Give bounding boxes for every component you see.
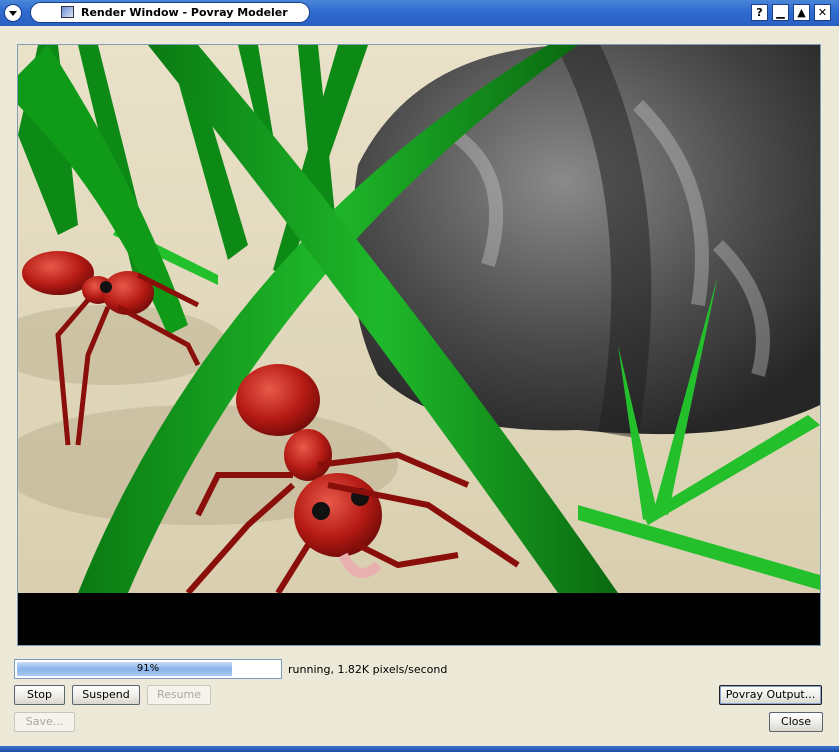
window-menu-button[interactable] bbox=[4, 4, 22, 22]
stop-button[interactable]: Stop bbox=[14, 685, 65, 705]
title-pill: Render Window - Povray Modeler bbox=[30, 2, 310, 23]
render-progress-bar: 91% bbox=[14, 659, 282, 679]
rendered-scene-image bbox=[18, 45, 820, 645]
progress-percent: 91% bbox=[136, 663, 160, 674]
povray-output-button[interactable]: Povray Output... bbox=[719, 685, 822, 705]
save-button[interactable]: Save... bbox=[14, 712, 75, 732]
render-view bbox=[17, 44, 821, 646]
help-button[interactable]: ? bbox=[751, 4, 768, 21]
close-window-button[interactable]: ✕ bbox=[814, 4, 831, 21]
resume-button[interactable]: Resume bbox=[147, 685, 211, 705]
title-bar: Render Window - Povray Modeler ? ▁ ▲ ✕ bbox=[0, 0, 839, 26]
render-status: running, 1.82K pixels/second bbox=[288, 663, 448, 676]
window-title: Render Window - Povray Modeler bbox=[81, 6, 288, 19]
app-icon bbox=[61, 6, 74, 18]
minimize-button[interactable]: ▁ bbox=[772, 4, 789, 21]
maximize-button[interactable]: ▲ bbox=[793, 4, 810, 21]
suspend-button[interactable]: Suspend bbox=[72, 685, 140, 705]
close-button[interactable]: Close bbox=[769, 712, 823, 732]
window-bottom-border bbox=[0, 746, 839, 752]
